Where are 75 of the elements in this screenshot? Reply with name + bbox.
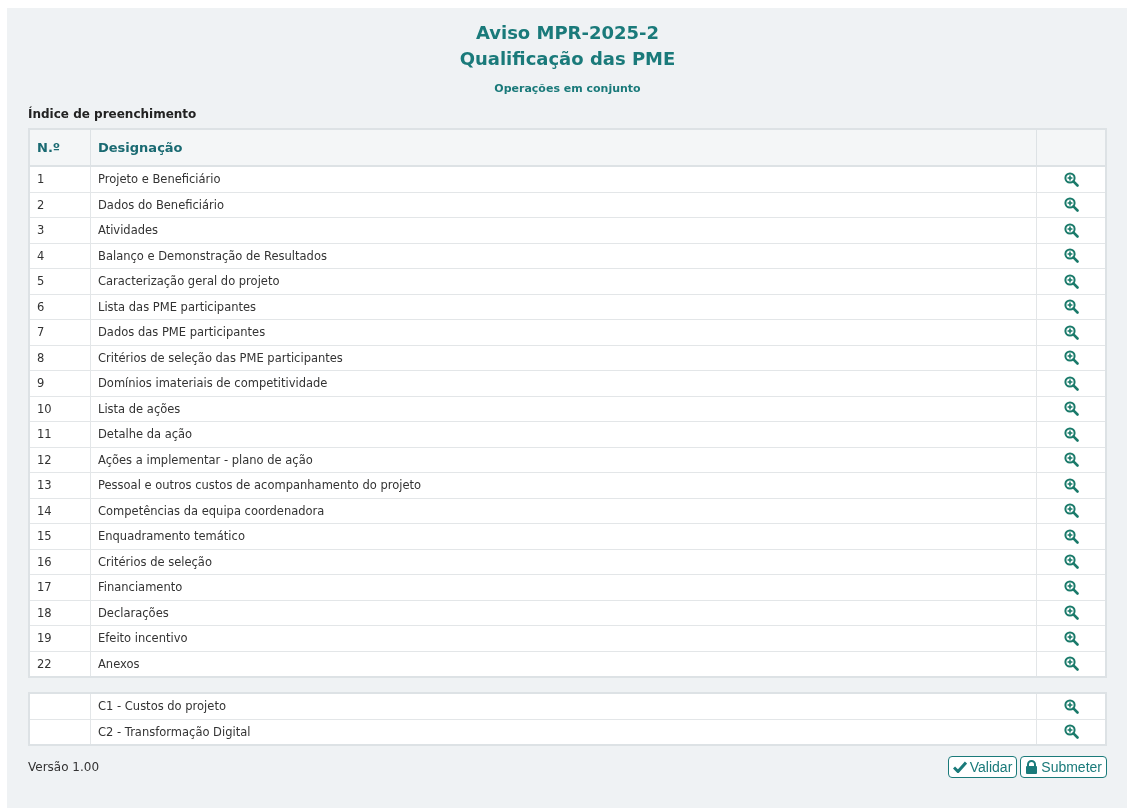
zoom-in-icon[interactable] bbox=[1063, 605, 1079, 621]
section-link[interactable]: Balanço e Demonstração de Resultados bbox=[98, 248, 327, 263]
section-link[interactable]: Atividades bbox=[98, 223, 159, 238]
row-number: 13 bbox=[37, 478, 52, 493]
section-link[interactable]: C1 - Custos do projeto bbox=[98, 699, 226, 714]
zoom-in-icon[interactable] bbox=[1063, 222, 1079, 238]
section-link[interactable]: Enquadramento temático bbox=[98, 529, 245, 544]
row-number: 17 bbox=[37, 580, 52, 595]
zoom-in-icon[interactable] bbox=[1063, 554, 1079, 570]
section-link[interactable]: Dados do Beneficiário bbox=[98, 197, 224, 212]
zoom-in-icon[interactable] bbox=[1063, 528, 1079, 544]
column-header: N.º bbox=[29, 129, 91, 166]
row-number: 18 bbox=[37, 605, 52, 620]
section-link[interactable]: Competências da equipa coordenadora bbox=[98, 503, 325, 518]
zoom-in-icon[interactable] bbox=[1063, 401, 1079, 417]
section-link[interactable]: Detalhe da ação bbox=[98, 427, 193, 442]
zoom-in-icon[interactable] bbox=[1063, 656, 1079, 672]
row-number: 14 bbox=[37, 503, 52, 518]
section-link[interactable]: Lista das PME participantes bbox=[98, 299, 257, 314]
row-number: 4 bbox=[37, 248, 45, 263]
submit-button[interactable]: Submeter bbox=[1020, 756, 1107, 778]
zoom-in-icon[interactable] bbox=[1063, 452, 1079, 468]
zoom-in-icon[interactable] bbox=[1063, 299, 1079, 315]
row-number: 2 bbox=[37, 197, 45, 212]
section-link[interactable]: Lista de ações bbox=[98, 401, 181, 416]
zoom-in-icon[interactable] bbox=[1063, 171, 1079, 187]
zoom-in-icon[interactable] bbox=[1063, 350, 1079, 366]
zoom-in-icon[interactable] bbox=[1063, 273, 1079, 289]
section-link[interactable]: Declarações bbox=[98, 605, 169, 620]
section-link[interactable]: Efeito incentivo bbox=[98, 631, 188, 646]
row-number: 8 bbox=[37, 350, 45, 365]
section-link[interactable]: Anexos bbox=[98, 656, 140, 671]
page-subtitle: Operações em conjunto bbox=[494, 82, 641, 95]
section-link[interactable]: Pessoal e outros custos de acompanhamento do projeto bbox=[98, 478, 422, 493]
zoom-in-icon[interactable] bbox=[1063, 248, 1079, 264]
section-link[interactable]: C2 - Transformação Digital bbox=[98, 724, 251, 739]
section-link[interactable]: Caracterização geral do projeto bbox=[98, 274, 280, 289]
zoom-in-icon[interactable] bbox=[1063, 724, 1079, 740]
row-number: 5 bbox=[37, 274, 45, 289]
lock-icon bbox=[1025, 760, 1039, 774]
page-title: Qualificação das PME bbox=[459, 47, 676, 71]
row-number: 22 bbox=[37, 656, 52, 671]
version-label: Versão 1.00 bbox=[28, 760, 100, 774]
row-number: 1 bbox=[37, 172, 45, 187]
zoom-in-icon[interactable] bbox=[1063, 503, 1079, 519]
column-header: Designação bbox=[90, 129, 1037, 166]
row-number: 11 bbox=[37, 427, 52, 442]
check-icon bbox=[952, 761, 967, 773]
section-heading: Índice de preenchimento bbox=[28, 107, 198, 121]
zoom-in-icon[interactable] bbox=[1063, 579, 1079, 595]
validate-button[interactable]: Validar bbox=[947, 756, 1018, 778]
section-link[interactable]: Critérios de seleção bbox=[98, 554, 212, 569]
row-number: 12 bbox=[37, 452, 52, 467]
page-title: Aviso MPR-2025-2 bbox=[475, 21, 660, 45]
zoom-in-icon[interactable] bbox=[1063, 426, 1079, 442]
zoom-in-icon[interactable] bbox=[1063, 477, 1079, 493]
row-number: 7 bbox=[37, 325, 45, 340]
zoom-in-icon[interactable] bbox=[1063, 324, 1079, 340]
row-number: 15 bbox=[37, 529, 52, 544]
zoom-in-icon[interactable] bbox=[1063, 698, 1079, 714]
row-number: 3 bbox=[37, 223, 45, 238]
section-link[interactable]: Projeto e Beneficiário bbox=[98, 172, 221, 187]
zoom-in-icon[interactable] bbox=[1063, 197, 1079, 213]
zoom-in-icon[interactable] bbox=[1063, 375, 1079, 391]
row-number: 16 bbox=[37, 554, 52, 569]
section-link[interactable]: Domínios imateriais de competitividade bbox=[98, 376, 328, 391]
zoom-in-icon[interactable] bbox=[1063, 630, 1079, 646]
row-number: 9 bbox=[37, 376, 45, 391]
section-link[interactable]: Critérios de seleção das PME participantes bbox=[98, 350, 343, 365]
section-link[interactable]: Financiamento bbox=[98, 580, 183, 595]
row-number: 19 bbox=[37, 631, 52, 646]
section-link[interactable]: Dados das PME participantes bbox=[98, 325, 266, 340]
section-link[interactable]: Ações a implementar - plano de ação bbox=[98, 452, 313, 467]
row-number: 10 bbox=[37, 401, 52, 416]
row-number: 6 bbox=[37, 299, 45, 314]
